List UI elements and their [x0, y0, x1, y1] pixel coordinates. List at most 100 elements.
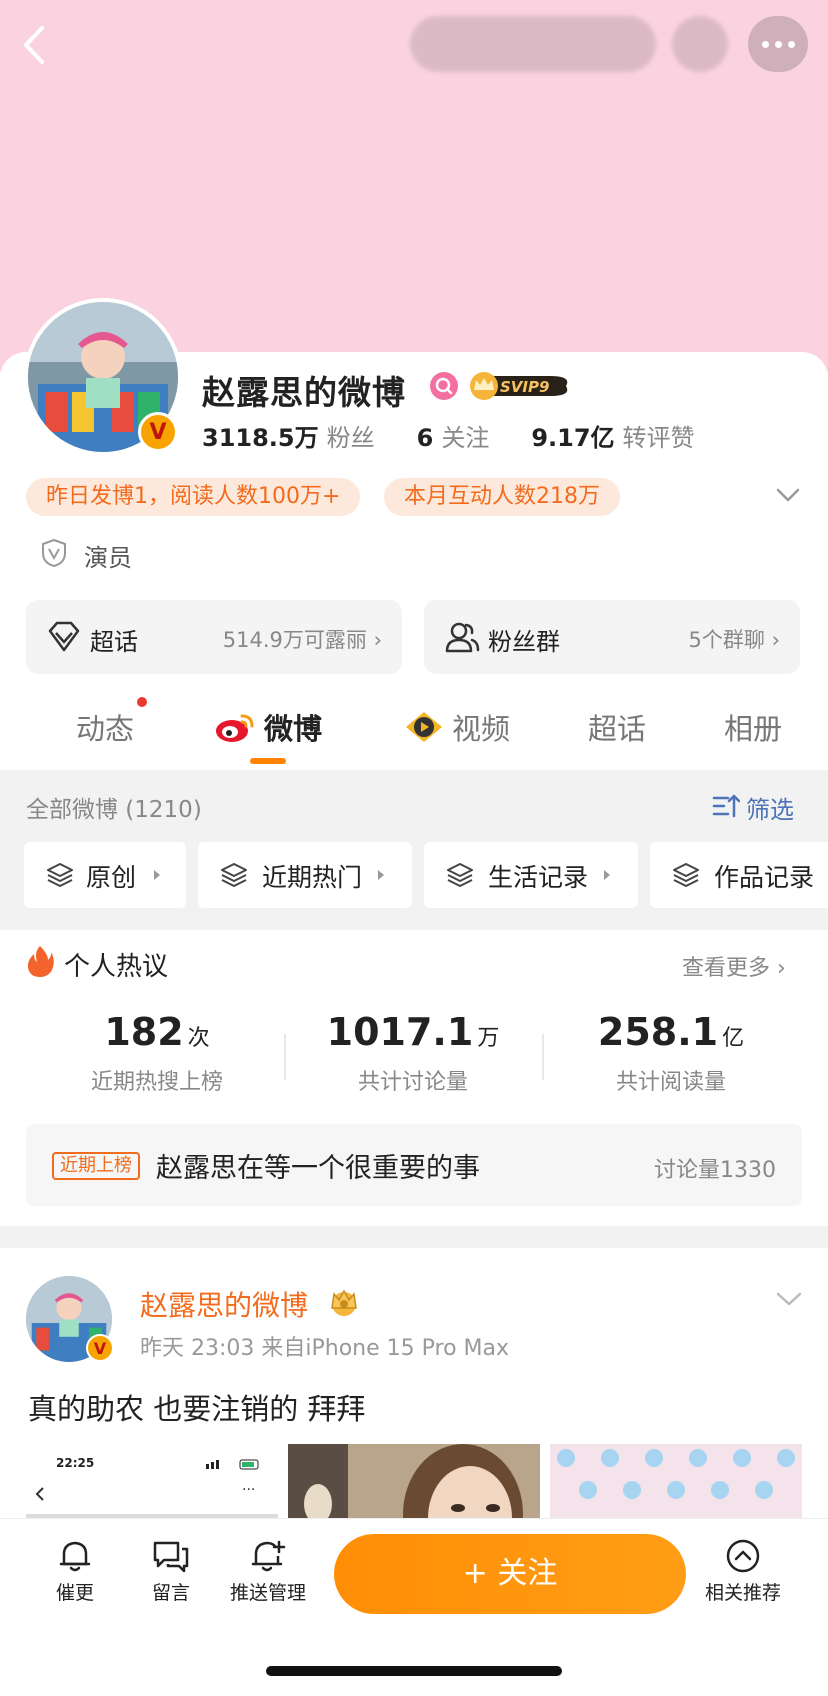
post-image-polka-dot[interactable]	[550, 1444, 802, 1518]
tab-video[interactable]: 视频	[452, 706, 510, 748]
thumb-status-time: 22:25	[56, 1456, 95, 1470]
supertopic-entry[interactable]: 超话 514.9万可露丽 ›	[26, 600, 402, 674]
following-count[interactable]: 6	[417, 424, 434, 452]
svip-level-text: SVIP9	[500, 378, 549, 396]
verified-badge: V	[138, 412, 178, 452]
chip-life-record[interactable]: 生活记录	[424, 842, 638, 908]
chip-label: 生活记录	[488, 863, 589, 892]
caret-right-icon	[378, 870, 384, 880]
fan-group-value: 5个群聊 ›	[688, 628, 780, 652]
metric-value: 182	[104, 1010, 184, 1054]
yesterday-stats-pill[interactable]: 昨日发博1，阅读人数100万+	[26, 478, 361, 516]
chevron-left-icon	[35, 1487, 44, 1501]
metric-value: 1017.1	[326, 1010, 474, 1054]
message-button[interactable]: 留言	[146, 1538, 196, 1605]
chip-label: 作品记录	[714, 863, 815, 892]
divider	[284, 1034, 286, 1080]
push-settings-button[interactable]: 推送管理	[226, 1538, 310, 1605]
supertopic-value: 514.9万可露丽 ›	[222, 628, 382, 652]
post-image-portrait[interactable]	[288, 1444, 540, 1518]
metric-value: 258.1	[597, 1010, 719, 1054]
bell-icon	[59, 1541, 91, 1572]
monthly-interaction-pill[interactable]: 本月互动人数218万	[384, 478, 620, 516]
thumb-more-icon: ···	[242, 1482, 256, 1498]
hot-topic-row[interactable]: 近期上榜 赵露思在等一个很重要的事 讨论量1330	[26, 1124, 802, 1206]
likes-label: 转评赞	[622, 424, 695, 452]
verified-badge: V	[86, 1334, 114, 1362]
discussion-count: 讨论量1330	[654, 1158, 776, 1183]
weibo-logo-icon	[216, 714, 254, 742]
likes-count: 9.17亿	[531, 424, 615, 452]
crown-icon	[331, 1289, 357, 1316]
chevron-left-icon	[24, 26, 44, 64]
push-label: 推送管理	[229, 1582, 306, 1604]
caret-right-icon	[154, 870, 160, 880]
metric-label: 共计阅读量	[615, 1070, 726, 1095]
related-label: 相关推荐	[704, 1582, 781, 1604]
more-dot-icon	[774, 40, 782, 48]
svip-badge[interactable]: SVIP9	[468, 370, 574, 402]
tab-album[interactable]: 相册	[724, 706, 782, 748]
tab-feed[interactable]: 动态	[76, 706, 134, 748]
blurred-search-pill[interactable]	[410, 16, 656, 72]
more-dot-icon	[761, 40, 769, 48]
chevron-down-icon	[776, 488, 800, 502]
occupation-label: 演员	[84, 544, 132, 572]
chip-works-record[interactable]: 作品记录	[650, 842, 828, 908]
fan-group-label: 粉丝群	[488, 628, 560, 656]
fan-club-icon[interactable]	[430, 372, 458, 400]
post-options-button[interactable]	[776, 1290, 802, 1308]
layers-icon	[447, 863, 473, 887]
post-author-name[interactable]: 赵露思的微博	[140, 1284, 308, 1324]
circle-up-icon	[726, 1539, 760, 1573]
tab-supertopic[interactable]: 超话	[588, 706, 646, 748]
chevron-down-icon	[776, 1292, 802, 1306]
home-indicator[interactable]	[266, 1666, 562, 1676]
metric-label: 近期热搜上榜	[90, 1070, 223, 1095]
follow-button[interactable]: + 关注	[334, 1534, 686, 1614]
message-label: 留言	[151, 1582, 190, 1604]
back-button[interactable]	[16, 18, 56, 72]
layers-icon	[47, 863, 73, 887]
tab-weibo[interactable]: 微博	[264, 706, 322, 748]
metric-label: 共计讨论量	[357, 1070, 468, 1095]
following-label[interactable]: 关注	[441, 418, 489, 453]
active-tab-indicator	[250, 758, 286, 764]
supertopic-label: 超话	[90, 628, 138, 656]
expand-profile-button[interactable]	[776, 486, 800, 504]
polka-dot-image	[550, 1444, 802, 1518]
remind-label: 催更	[55, 1582, 94, 1604]
all-weibo-count: 全部微博 (1210)	[26, 797, 202, 823]
video-play-icon	[406, 712, 442, 742]
layers-icon	[673, 863, 699, 887]
metric-hot-search: 182 次 近期热搜上榜	[42, 1010, 272, 1096]
fans-count[interactable]: 3118.5万	[202, 418, 319, 453]
remind-update-button[interactable]: 催更	[50, 1538, 100, 1605]
more-options-button[interactable]	[748, 16, 808, 72]
related-recommend-button[interactable]: 相关推荐	[700, 1538, 786, 1605]
shield-v-icon	[40, 538, 68, 568]
post-image-screenshot[interactable]: 22:25 ···	[26, 1444, 278, 1518]
fan-group-entry[interactable]: 粉丝群 5个群聊 ›	[424, 600, 800, 674]
section-separator	[0, 1226, 828, 1248]
metric-unit: 万	[477, 1026, 500, 1051]
profile-tabs: 动态 微博 视频 超话 相册	[0, 690, 828, 770]
profile-stats: 3118.5万 粉丝 6 关注 9.17亿 转评赞	[202, 418, 695, 452]
group-people-icon	[445, 622, 480, 653]
message-icon	[153, 1541, 189, 1573]
blurred-icon-button[interactable]	[672, 16, 728, 72]
portrait-image	[288, 1444, 540, 1518]
hot-topic-text: 赵露思在等一个很重要的事	[156, 1153, 480, 1184]
flame-icon	[27, 946, 54, 977]
diamond-icon	[48, 621, 80, 652]
chip-recent-hot[interactable]: 近期热门	[198, 842, 412, 908]
see-more-link[interactable]: 查看更多 ›	[682, 950, 786, 982]
post-meta: 昨天 23:03 来自iPhone 15 Pro Max	[140, 1336, 510, 1361]
metric-discussion: 1017.1 万 共计讨论量	[298, 1010, 528, 1096]
filter-button[interactable]: 筛选	[746, 790, 794, 825]
fans-label[interactable]: 粉丝	[327, 418, 375, 453]
chip-original[interactable]: 原创	[24, 842, 186, 908]
crown-icon: SVIP9	[470, 372, 568, 400]
more-dot-icon	[787, 40, 795, 48]
metric-reads: 258.1 亿 共计阅读量	[556, 1010, 786, 1096]
